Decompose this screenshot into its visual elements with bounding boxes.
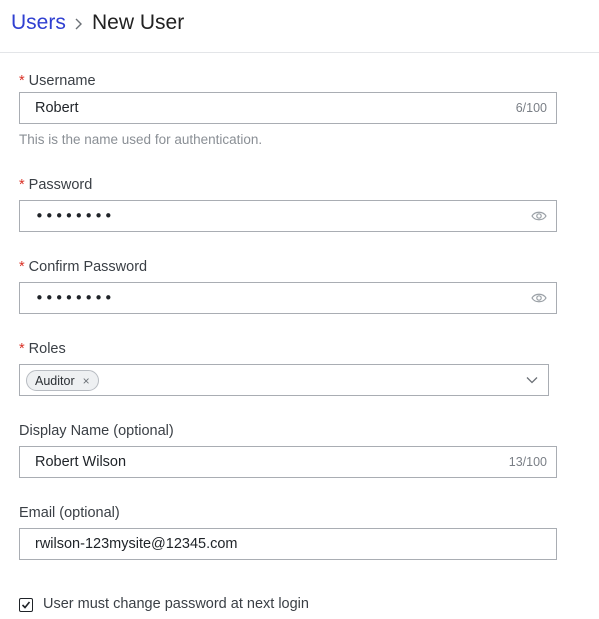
username-label: * Username xyxy=(19,73,96,89)
chevron-down-icon[interactable] xyxy=(526,376,538,384)
email-value: rwilson-123mysite@12345.com xyxy=(35,536,238,552)
breadcrumb-users-link[interactable]: Users xyxy=(11,11,66,35)
page-header: Users New User xyxy=(0,0,599,53)
confirm-password-masked-value: •••••••• xyxy=(35,289,114,307)
email-label: Email (optional) xyxy=(19,505,120,521)
password-label: * Password xyxy=(19,177,93,193)
page-title: New User xyxy=(92,11,185,34)
roles-label: * Roles xyxy=(19,341,66,357)
chevron-right-icon xyxy=(75,18,82,30)
username-input[interactable]: Robert 6/100 xyxy=(19,92,557,124)
password-input[interactable]: •••••••• xyxy=(19,200,557,232)
required-marker: * xyxy=(19,341,25,357)
username-hint: This is the name used for authentication… xyxy=(19,132,263,147)
eye-icon[interactable] xyxy=(531,210,547,222)
display-name-input[interactable]: Robert Wilson 13/100 xyxy=(19,446,557,478)
remove-tag-icon[interactable]: × xyxy=(83,374,90,388)
email-input[interactable]: rwilson-123mysite@12345.com xyxy=(19,528,557,560)
must-change-password-checkbox[interactable] xyxy=(19,598,33,612)
must-change-password-label: User must change password at next login xyxy=(43,596,309,612)
confirm-password-label: * Confirm Password xyxy=(19,259,148,275)
username-value: Robert xyxy=(35,100,79,116)
username-char-counter: 6/100 xyxy=(515,101,547,115)
checkmark-icon xyxy=(21,601,31,609)
display-name-label: Display Name (optional) xyxy=(19,423,174,439)
display-name-char-counter: 13/100 xyxy=(508,455,547,469)
required-marker: * xyxy=(19,73,25,89)
required-marker: * xyxy=(19,259,25,275)
required-marker: * xyxy=(19,177,25,193)
role-tag-label: Auditor xyxy=(35,373,75,388)
eye-icon[interactable] xyxy=(531,292,547,304)
display-name-value: Robert Wilson xyxy=(35,454,127,470)
confirm-password-input[interactable]: •••••••• xyxy=(19,282,557,314)
password-masked-value: •••••••• xyxy=(35,207,114,225)
roles-select[interactable]: Auditor × xyxy=(19,364,549,396)
role-tag-auditor: Auditor × xyxy=(26,370,99,391)
